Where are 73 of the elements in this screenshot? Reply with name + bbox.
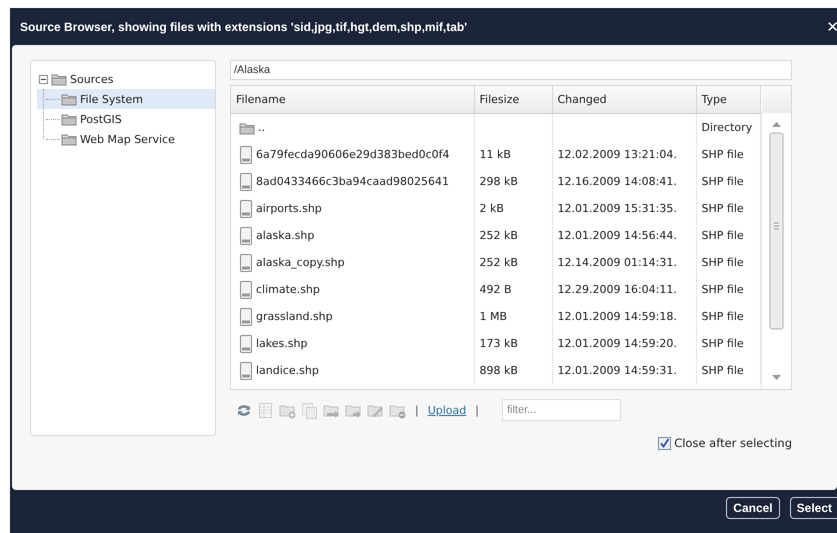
table-cell: 12.01.2009 14:59:18. (558, 310, 677, 323)
table-cell: SHP file (702, 283, 744, 296)
select-button[interactable]: Select (790, 496, 837, 518)
upload-link[interactable]: Upload (428, 404, 466, 416)
column-header[interactable]: Filesize (474, 86, 552, 114)
separator-text: | (474, 404, 480, 416)
folder-icon (61, 132, 77, 146)
table-cell: 1 MB (480, 310, 508, 323)
folder-icon (61, 92, 77, 106)
cancel-button[interactable]: Cancel (726, 496, 780, 518)
column-header[interactable]: Filename (231, 86, 474, 114)
table-cell: Directory (702, 121, 752, 134)
table-cell: 2 kB (480, 202, 504, 215)
checkbox-label[interactable]: Close after selecting (674, 436, 792, 450)
column-header[interactable]: Changed (552, 86, 696, 114)
table-cell: SHP file (702, 175, 744, 188)
table-cell: 12.01.2009 15:31:35. (558, 202, 677, 215)
table-cell: 12.01.2009 14:56:44. (558, 229, 677, 242)
folder-icon (239, 120, 255, 134)
check-icon (659, 438, 670, 448)
file-name[interactable]: lakes.shp (256, 337, 308, 350)
filter-field[interactable]: filter... (502, 399, 621, 421)
file-icon (239, 362, 253, 380)
separator-text: | (414, 404, 420, 416)
tree-item[interactable]: File System (78, 92, 145, 106)
tree-item[interactable]: PostGIS (78, 112, 124, 126)
table-cell: 12.29.2009 16:04:11. (558, 283, 677, 296)
file-icon (239, 308, 253, 326)
table-cell: 12.16.2009 14:08:41. (558, 175, 677, 188)
table-cell: SHP file (702, 364, 744, 377)
table-cell: 252 kB (480, 229, 518, 242)
column-header[interactable]: Type (696, 86, 760, 114)
table-cell: 898 kB (480, 364, 518, 377)
tree-item[interactable]: Sources (68, 72, 116, 86)
file-icon (239, 280, 253, 298)
file-name[interactable]: landice.shp (256, 364, 319, 377)
file-name[interactable]: climate.shp (256, 283, 320, 296)
file-icon (239, 172, 253, 190)
table-cell: 173 kB (480, 337, 518, 350)
file-name[interactable]: 8ad0433466c3ba94caad98025641 (256, 175, 449, 188)
table-cell: 492 B (480, 283, 512, 296)
folder-icon (61, 112, 77, 126)
table-cell: SHP file (702, 202, 744, 215)
table-cell: SHP file (702, 148, 744, 161)
table-cell: 12.14.2009 01:14:31. (558, 256, 677, 269)
tree-item[interactable]: Web Map Service (78, 132, 177, 146)
file-name[interactable]: 6a79fecda90606e29d383bed0c0f4 (256, 148, 450, 161)
file-name[interactable]: alaska.shp (256, 229, 314, 242)
table-cell: 298 kB (480, 175, 518, 188)
folder-icon (51, 72, 67, 86)
window-title: Source Browser, showing files with extensions 'sid,jpg,tif,hgt,dem,shp,mif,tab' (20, 20, 468, 34)
file-icon (239, 334, 253, 352)
collapse-toggle[interactable] (39, 74, 48, 84)
table-cell: SHP file (702, 229, 744, 242)
table-cell: 12.01.2009 14:59:31. (558, 364, 677, 377)
file-icon (239, 200, 253, 218)
checkbox[interactable] (658, 436, 672, 450)
file-name[interactable]: grassland.shp (256, 310, 333, 323)
file-name[interactable]: .. (258, 121, 265, 134)
close-button[interactable]: ✕ (826, 18, 837, 36)
table-cell: SHP file (702, 337, 744, 350)
table-cell: SHP file (702, 256, 744, 269)
path-field[interactable]: /Alaska (230, 60, 792, 80)
file-icon (239, 226, 253, 244)
table-cell: 12.02.2009 13:21:04. (558, 148, 677, 161)
table-cell: 12.01.2009 14:59:20. (558, 337, 677, 350)
file-name[interactable]: alaska_copy.shp (256, 256, 345, 269)
table-cell: SHP file (702, 310, 744, 323)
file-name[interactable]: airports.shp (256, 202, 322, 215)
table-cell: 11 kB (480, 148, 511, 161)
file-icon (239, 146, 253, 164)
table-cell: 252 kB (480, 256, 518, 269)
file-icon (239, 254, 253, 272)
